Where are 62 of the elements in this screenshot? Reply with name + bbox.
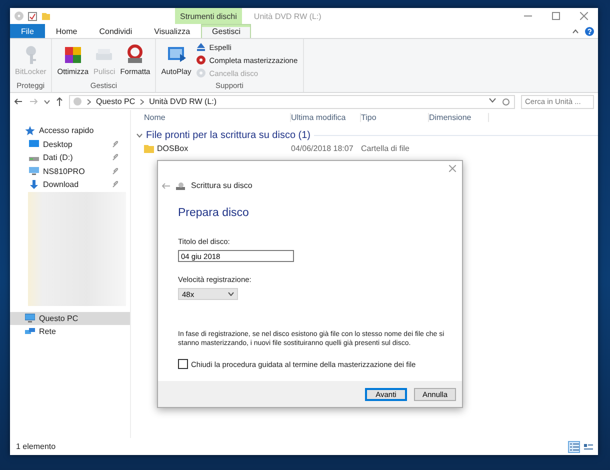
nav-item[interactable]: Questo PC <box>10 312 130 325</box>
disc-drive-icon <box>176 182 185 190</box>
maximize-icon <box>552 12 560 20</box>
nav-item[interactable]: NS810PRO <box>10 164 130 178</box>
ribbon-tab[interactable]: Visualizza <box>143 24 202 38</box>
breadcrumb[interactable]: Questo PC <box>96 97 136 106</box>
disc-icon <box>196 55 206 65</box>
ribbon-tab[interactable]: Condividi <box>88 24 144 38</box>
folder-icon <box>144 144 154 152</box>
star-icon <box>25 126 35 136</box>
breadcrumb[interactable]: Unità DVD RW (L:) <box>149 97 217 106</box>
desktop-icon <box>29 139 39 150</box>
chevron-icon <box>140 98 144 104</box>
file-menu-tab[interactable]: File <box>10 24 45 38</box>
dialog-title: Scrittura su disco <box>191 181 252 190</box>
ribbon-tab[interactable]: Home <box>44 24 88 38</box>
forward-arrow-icon <box>29 98 38 105</box>
recent-dropdown-icon <box>44 100 50 104</box>
column-header[interactable]: Tipo <box>361 112 429 122</box>
autoplay-icon <box>166 44 186 64</box>
folder-icon <box>41 11 51 21</box>
disc-format-icon <box>125 44 146 64</box>
file-name[interactable]: DOSBox <box>157 144 188 152</box>
eject-icon <box>196 42 206 52</box>
back-arrow-icon <box>14 98 23 105</box>
dropdown-icon <box>489 98 496 102</box>
status-text: 1 elemento <box>16 442 56 451</box>
nav-item[interactable]: Dati (D:) <box>10 151 130 164</box>
context-tab-group-label: Strumenti dischi <box>175 8 242 24</box>
disk-icon <box>14 11 24 21</box>
up-arrow-icon <box>56 97 63 106</box>
view-button[interactable] <box>568 440 580 452</box>
chevron-icon <box>87 98 91 104</box>
chevron-icon <box>228 292 234 296</box>
close-icon <box>580 12 588 20</box>
nav-item[interactable]: Accesso rapido <box>10 124 130 138</box>
blocks-icon <box>62 44 83 64</box>
help-icon <box>585 26 594 36</box>
group-header[interactable]: File pronti per la scrittura su disco (1) <box>146 130 311 141</box>
column-header[interactable]: Nome <box>144 112 291 122</box>
refresh-icon <box>502 98 510 106</box>
column-header[interactable]: Dimensione <box>429 112 489 122</box>
disc-erase-icon <box>196 68 206 78</box>
download-arrow-icon <box>29 180 39 190</box>
table-cell-text: 04/06/2018 18:07 <box>291 144 354 152</box>
back-arrow-icon <box>162 182 170 188</box>
nav-item[interactable]: Desktop <box>10 138 130 151</box>
computer-icon <box>25 313 35 324</box>
table-cell-text: Cartella di file <box>361 144 410 152</box>
window-title: Unità DVD RW (L:) <box>254 12 322 20</box>
collapse-ribbon-icon <box>572 28 579 34</box>
disk-icon <box>73 97 82 106</box>
properties-icon <box>28 12 37 20</box>
dialog-heading: Prepara disco <box>178 207 250 219</box>
address-bar[interactable]: Questo PC Unità DVD RW (L:) <box>69 94 515 108</box>
close-icon <box>449 165 456 172</box>
ribbon-tab[interactable]: Gestisci <box>201 24 252 38</box>
nav-item[interactable]: Download <box>10 178 130 192</box>
network-icon <box>25 326 35 337</box>
column-header[interactable]: Ultima modifica <box>291 112 361 122</box>
monitor-icon <box>29 166 39 176</box>
nav-item[interactable]: Rete <box>10 325 130 338</box>
